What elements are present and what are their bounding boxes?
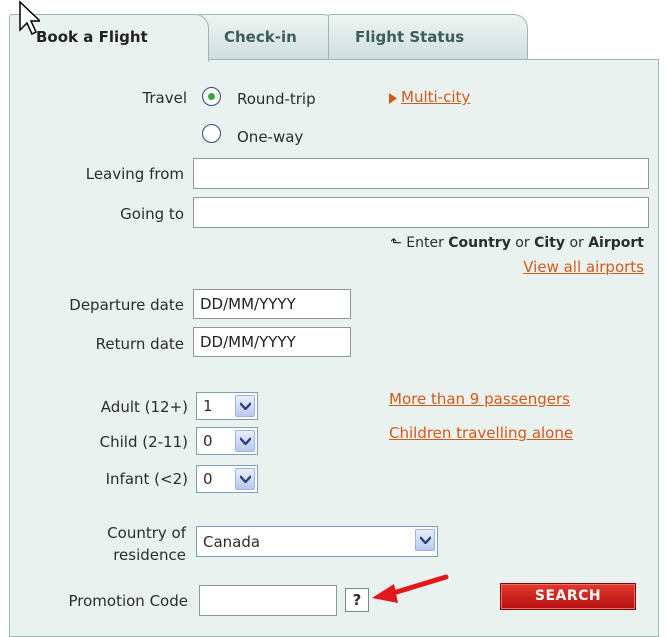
hint-airport: Airport <box>588 235 644 251</box>
promotion-code-help-button[interactable]: ? <box>345 588 369 612</box>
chevron-down-icon <box>235 468 255 490</box>
going-to-label: Going to <box>120 205 184 223</box>
chevron-down-icon <box>235 430 255 452</box>
view-all-airports-link[interactable]: View all airports <box>523 258 644 276</box>
chevron-down-icon <box>235 395 255 417</box>
country-of-residence-label: Country of residence <box>20 522 186 566</box>
country-label-line: residence <box>113 546 186 564</box>
child-select[interactable]: 0 <box>196 427 258 455</box>
adult-select[interactable]: 1 <box>196 392 258 420</box>
children-travelling-alone-link[interactable]: Children travelling alone <box>389 424 573 442</box>
country-of-residence-select[interactable]: Canada <box>196 526 438 557</box>
return-date-label: Return date <box>95 335 184 353</box>
travel-label: Travel <box>142 89 187 107</box>
hint-city: City <box>534 235 565 251</box>
airport-hint: ⬑ Enter Country or City or Airport <box>390 235 644 251</box>
promotion-code-label: Promotion Code <box>68 592 189 610</box>
leaving-from-input[interactable] <box>193 158 649 189</box>
triangle-right-icon <box>389 93 397 104</box>
round-trip-label: Round-trip <box>237 90 316 108</box>
arrow-up-left-icon: ⬑ <box>390 235 402 251</box>
departure-date-input[interactable] <box>193 289 351 319</box>
leaving-from-label: Leaving from <box>85 165 184 183</box>
child-label: Child (2-11) <box>99 433 188 451</box>
search-button[interactable]: SEARCH <box>500 583 636 610</box>
departure-date-label: Departure date <box>69 296 184 314</box>
infant-label: Infant (<2) <box>105 470 188 488</box>
one-way-radio[interactable] <box>202 124 221 143</box>
hint-country: Country <box>448 235 511 251</box>
more-than-9-passengers-link[interactable]: More than 9 passengers <box>389 390 570 408</box>
promotion-code-input[interactable] <box>199 585 337 616</box>
return-date-input[interactable] <box>193 327 351 357</box>
multi-city-link[interactable]: Multi-city <box>401 88 470 106</box>
mouse-cursor-icon <box>19 0 40 36</box>
hint-or: or <box>569 235 584 251</box>
infant-select[interactable]: 0 <box>196 465 258 493</box>
child-select-value: 0 <box>203 432 213 450</box>
infant-select-value: 0 <box>203 470 213 488</box>
round-trip-radio[interactable] <box>202 87 221 106</box>
hint-text: Enter <box>406 235 444 251</box>
country-label-line: Country of <box>107 524 186 542</box>
one-way-label: One-way <box>237 128 304 146</box>
going-to-input[interactable] <box>193 197 649 228</box>
hint-or: or <box>515 235 530 251</box>
adult-select-value: 1 <box>203 397 213 415</box>
annotation-arrow-icon <box>372 574 449 603</box>
chevron-down-icon <box>415 529 435 551</box>
country-select-value: Canada <box>203 533 261 551</box>
adult-label: Adult (12+) <box>100 398 188 416</box>
